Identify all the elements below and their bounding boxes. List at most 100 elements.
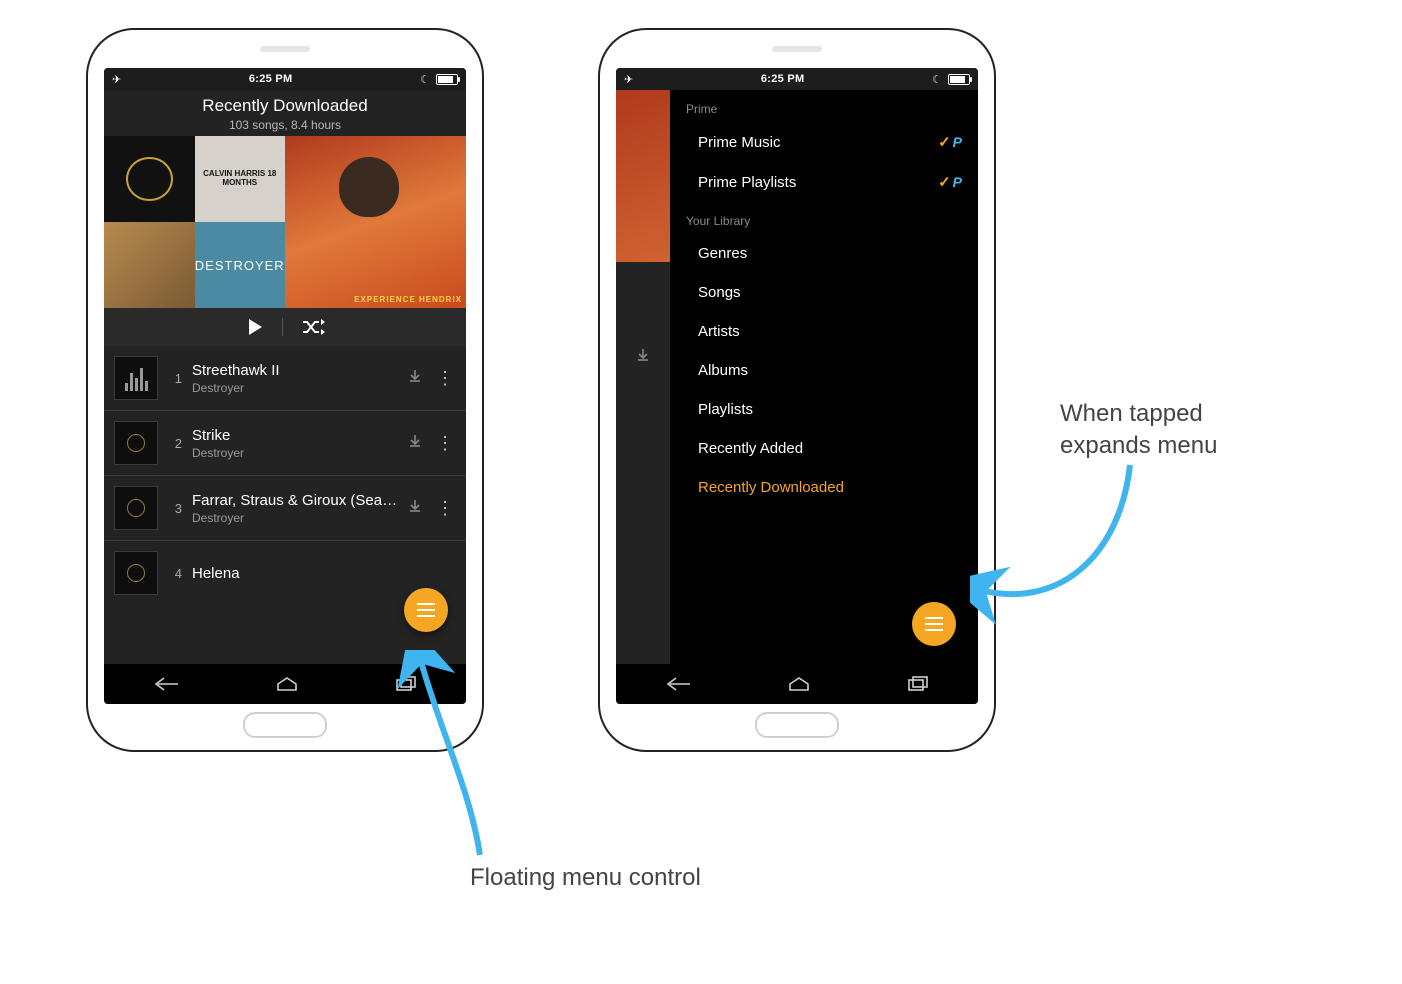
nav-back-button[interactable] — [152, 676, 180, 692]
playlist-header: Recently Downloaded 103 songs, 8.4 hours — [104, 90, 466, 136]
menu-item-label: Artists — [698, 323, 740, 340]
album-thumb — [104, 222, 195, 308]
album-thumb: CALVIN HARRIS 18 MONTHS — [195, 136, 286, 222]
song-title: Streethawk II — [192, 362, 398, 379]
status-bar: 6:25 PM — [616, 68, 978, 90]
song-title: Strike — [192, 427, 398, 444]
more-options-icon[interactable] — [432, 498, 456, 519]
screen-right: 6:25 PM Prime Prime Music ✓P Prime Playl… — [616, 68, 978, 704]
playlist-subtitle: 103 songs, 8.4 hours — [104, 118, 466, 132]
song-art — [114, 421, 158, 465]
menu-item-label: Prime Music — [698, 134, 781, 151]
album-thumb-label: DESTROYER — [195, 258, 285, 273]
hamburger-icon — [925, 623, 943, 625]
battery-icon — [948, 74, 970, 85]
side-menu-panel: Prime Prime Music ✓P Prime Playlists ✓P … — [670, 90, 978, 664]
annotation-text: Floating menu control — [470, 864, 701, 891]
phone-speaker — [260, 46, 310, 52]
menu-item-prime-playlists[interactable]: Prime Playlists ✓P — [670, 162, 978, 202]
menu-item-songs[interactable]: Songs — [670, 273, 978, 312]
annotation-text: When tapped — [1060, 400, 1203, 427]
menu-item-prime-music[interactable]: Prime Music ✓P — [670, 122, 978, 162]
menu-item-label: Recently Added — [698, 440, 803, 457]
menu-item-label: Albums — [698, 362, 748, 379]
song-index: 1 — [168, 371, 182, 386]
annotation-arrow-left — [380, 650, 500, 870]
nav-back-button[interactable] — [664, 676, 692, 692]
menu-section-label: Prime — [670, 90, 978, 122]
airplane-mode-icon — [624, 73, 633, 86]
song-art — [114, 356, 158, 400]
hamburger-icon — [417, 609, 435, 611]
menu-item-recently-added[interactable]: Recently Added — [670, 429, 978, 468]
menu-item-artists[interactable]: Artists — [670, 312, 978, 351]
menu-item-playlists[interactable]: Playlists — [670, 390, 978, 429]
menu-section-label: Your Library — [670, 202, 978, 234]
divider — [282, 318, 283, 336]
song-artist: Destroyer — [192, 446, 398, 460]
nav-home-button[interactable] — [787, 676, 811, 692]
annotation-text: expands menu — [1060, 432, 1217, 459]
menu-item-genres[interactable]: Genres — [670, 234, 978, 273]
status-bar: 6:25 PM — [104, 68, 466, 90]
album-thumb-label: CALVIN HARRIS 18 MONTHS — [195, 170, 286, 188]
prime-badge-icon: ✓P — [938, 133, 962, 151]
nav-recent-button[interactable] — [906, 676, 930, 692]
phone-frame-right: 6:25 PM Prime Prime Music ✓P Prime Playl… — [598, 28, 996, 752]
playlist-title: Recently Downloaded — [104, 96, 466, 116]
status-time: 6:25 PM — [249, 73, 293, 85]
download-icon[interactable] — [408, 434, 422, 453]
song-title: Helena — [192, 565, 456, 582]
song-artist: Destroyer — [192, 381, 398, 395]
nav-home-button[interactable] — [275, 676, 299, 692]
floating-menu-button[interactable] — [912, 602, 956, 646]
song-title: Farrar, Straus & Giroux (Sea of Te… — [192, 492, 398, 509]
play-button[interactable] — [246, 318, 264, 336]
phone-home-button — [755, 712, 839, 738]
battery-icon — [436, 74, 458, 85]
song-index: 3 — [168, 501, 182, 516]
song-art — [114, 551, 158, 595]
song-row[interactable]: 2 Strike Destroyer — [104, 411, 466, 476]
album-thumb: DESTROYER — [195, 222, 286, 308]
prime-badge-icon: ✓P — [938, 173, 962, 191]
menu-item-label: Songs — [698, 284, 741, 301]
now-playing-equalizer-icon — [115, 357, 157, 399]
album-thumb-large: EXPERIENCE HENDRIX — [285, 136, 466, 308]
song-index: 2 — [168, 436, 182, 451]
more-options-icon[interactable] — [432, 433, 456, 454]
floating-menu-button[interactable] — [404, 588, 448, 632]
screen-left: 6:25 PM Recently Downloaded 103 songs, 8… — [104, 68, 466, 704]
download-icon[interactable] — [408, 499, 422, 518]
do-not-disturb-icon — [420, 73, 430, 86]
phone-frame-left: 6:25 PM Recently Downloaded 103 songs, 8… — [86, 28, 484, 752]
shuffle-button[interactable] — [301, 318, 325, 336]
menu-item-albums[interactable]: Albums — [670, 351, 978, 390]
android-nav-bar — [616, 664, 978, 704]
download-icon — [616, 262, 670, 362]
airplane-mode-icon — [112, 73, 121, 86]
background-list-sliver — [616, 262, 670, 664]
song-row[interactable]: 1 Streethawk II Destroyer — [104, 346, 466, 411]
annotation-label-left: Floating menu control — [470, 862, 701, 894]
menu-item-recently-downloaded[interactable]: Recently Downloaded — [670, 468, 978, 507]
annotation-label-right: When tapped expands menu — [1060, 398, 1217, 463]
menu-item-label: Playlists — [698, 401, 753, 418]
annotation-arrow-right — [970, 460, 1140, 650]
phone-home-button — [243, 712, 327, 738]
album-art-collage: CALVIN HARRIS 18 MONTHS DESTROYER EXPERI… — [104, 136, 466, 308]
more-options-icon[interactable] — [432, 368, 456, 389]
menu-item-label: Recently Downloaded — [698, 479, 844, 496]
status-time: 6:25 PM — [761, 73, 805, 85]
play-controls-row — [104, 308, 466, 346]
phone-speaker — [772, 46, 822, 52]
download-icon[interactable] — [408, 369, 422, 388]
do-not-disturb-icon — [932, 73, 942, 86]
menu-item-label: Genres — [698, 245, 747, 262]
album-thumb-label: EXPERIENCE HENDRIX — [350, 291, 466, 308]
song-index: 4 — [168, 566, 182, 581]
menu-item-label: Prime Playlists — [698, 174, 796, 191]
song-artist: Destroyer — [192, 511, 398, 525]
song-row[interactable]: 3 Farrar, Straus & Giroux (Sea of Te… De… — [104, 476, 466, 541]
song-art — [114, 486, 158, 530]
